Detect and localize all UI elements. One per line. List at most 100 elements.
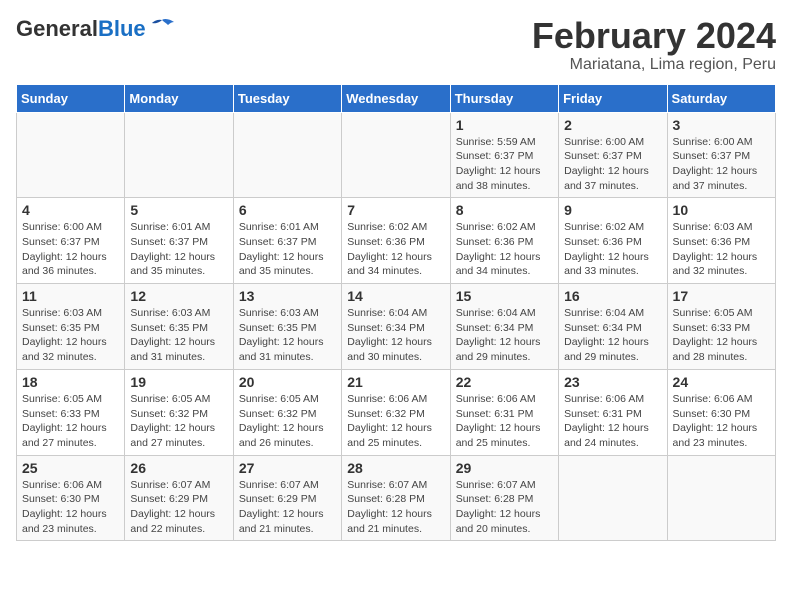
table-row: 14Sunrise: 6:04 AM Sunset: 6:34 PM Dayli… bbox=[342, 284, 450, 370]
day-info: Sunrise: 6:07 AM Sunset: 6:29 PM Dayligh… bbox=[130, 478, 227, 537]
day-number: 12 bbox=[130, 288, 227, 304]
table-row: 27 Sunrise: 6:07 AM Sunset: 6:29 PM Dayli… bbox=[233, 455, 341, 541]
col-friday: Friday bbox=[559, 84, 667, 112]
table-row: 21 Sunrise: 6:06 AM Sunset: 6:32 PM Dayli… bbox=[342, 369, 450, 455]
day-info: Sunrise: 6:05 AM Sunset: 6:33 PM Dayligh… bbox=[673, 306, 770, 365]
day-info: Sunrise: 6:03 AM Sunset: 6:35 PM Dayligh… bbox=[239, 306, 336, 365]
logo-text-blue: Blue bbox=[98, 16, 146, 42]
day-info: Sunrise: 6:00 AM Sunset: 6:37 PM Dayligh… bbox=[22, 220, 119, 279]
day-info: Sunrise: 6:05 AM Sunset: 6:32 PM Dayligh… bbox=[130, 392, 227, 451]
day-number: 27 bbox=[239, 460, 336, 476]
calendar-week-row: 18 Sunrise: 6:05 AM Sunset: 6:33 PM Dayli… bbox=[17, 369, 776, 455]
calendar-week-row: 1 Sunrise: 5:59 AM Sunset: 6:37 PM Daylig… bbox=[17, 112, 776, 198]
table-row: 10 Sunrise: 6:03 AM Sunset: 6:36 PM Dayli… bbox=[667, 198, 775, 284]
day-info: Sunrise: 6:03 AM Sunset: 6:36 PM Dayligh… bbox=[673, 220, 770, 279]
day-info: Sunrise: 6:03 AM Sunset: 6:35 PM Dayligh… bbox=[130, 306, 227, 365]
table-row: 3Sunrise: 6:00 AM Sunset: 6:37 PM Daylig… bbox=[667, 112, 775, 198]
day-number: 26 bbox=[130, 460, 227, 476]
table-row: 22 Sunrise: 6:06 AM Sunset: 6:31 PM Dayli… bbox=[450, 369, 558, 455]
day-number: 5 bbox=[130, 202, 227, 218]
col-tuesday: Tuesday bbox=[233, 84, 341, 112]
table-row: 25Sunrise: 6:06 AM Sunset: 6:30 PM Dayli… bbox=[17, 455, 125, 541]
day-info: Sunrise: 6:06 AM Sunset: 6:32 PM Dayligh… bbox=[347, 392, 444, 451]
day-info: Sunrise: 6:06 AM Sunset: 6:30 PM Dayligh… bbox=[22, 478, 119, 537]
day-info: Sunrise: 6:06 AM Sunset: 6:31 PM Dayligh… bbox=[456, 392, 553, 451]
day-number: 24 bbox=[673, 374, 770, 390]
day-info: Sunrise: 6:03 AM Sunset: 6:35 PM Dayligh… bbox=[22, 306, 119, 365]
day-info: Sunrise: 6:07 AM Sunset: 6:28 PM Dayligh… bbox=[456, 478, 553, 537]
day-number: 6 bbox=[239, 202, 336, 218]
day-number: 1 bbox=[456, 117, 553, 133]
day-info: Sunrise: 5:59 AM Sunset: 6:37 PM Dayligh… bbox=[456, 135, 553, 194]
day-number: 14 bbox=[347, 288, 444, 304]
day-number: 16 bbox=[564, 288, 661, 304]
day-number: 9 bbox=[564, 202, 661, 218]
table-row: 23 Sunrise: 6:06 AM Sunset: 6:31 PM Dayli… bbox=[559, 369, 667, 455]
calendar-week-row: 25Sunrise: 6:06 AM Sunset: 6:30 PM Dayli… bbox=[17, 455, 776, 541]
table-row: 13 Sunrise: 6:03 AM Sunset: 6:35 PM Dayli… bbox=[233, 284, 341, 370]
day-info: Sunrise: 6:06 AM Sunset: 6:31 PM Dayligh… bbox=[564, 392, 661, 451]
page-title: February 2024 bbox=[532, 16, 776, 56]
table-row: 11 Sunrise: 6:03 AM Sunset: 6:35 PM Dayli… bbox=[17, 284, 125, 370]
table-row: 4 Sunrise: 6:00 AM Sunset: 6:37 PM Daylig… bbox=[17, 198, 125, 284]
day-number: 3 bbox=[673, 117, 770, 133]
day-info: Sunrise: 6:05 AM Sunset: 6:33 PM Dayligh… bbox=[22, 392, 119, 451]
title-block: February 2024 Mariatana, Lima region, Pe… bbox=[532, 16, 776, 74]
day-number: 15 bbox=[456, 288, 553, 304]
table-row: 24 Sunrise: 6:06 AM Sunset: 6:30 PM Dayli… bbox=[667, 369, 775, 455]
day-number: 29 bbox=[456, 460, 553, 476]
col-saturday: Saturday bbox=[667, 84, 775, 112]
day-number: 13 bbox=[239, 288, 336, 304]
table-row: 7 Sunrise: 6:02 AM Sunset: 6:36 PM Daylig… bbox=[342, 198, 450, 284]
day-info: Sunrise: 6:01 AM Sunset: 6:37 PM Dayligh… bbox=[239, 220, 336, 279]
table-row bbox=[233, 112, 341, 198]
table-row: 1 Sunrise: 5:59 AM Sunset: 6:37 PM Daylig… bbox=[450, 112, 558, 198]
logo: General Blue bbox=[16, 16, 176, 42]
table-row: 16Sunrise: 6:04 AM Sunset: 6:34 PM Dayli… bbox=[559, 284, 667, 370]
day-info: Sunrise: 6:02 AM Sunset: 6:36 PM Dayligh… bbox=[456, 220, 553, 279]
table-row: 2 Sunrise: 6:00 AM Sunset: 6:37 PM Daylig… bbox=[559, 112, 667, 198]
table-row bbox=[17, 112, 125, 198]
day-number: 22 bbox=[456, 374, 553, 390]
day-number: 17 bbox=[673, 288, 770, 304]
table-row: 5Sunrise: 6:01 AM Sunset: 6:37 PM Daylig… bbox=[125, 198, 233, 284]
table-row: 18 Sunrise: 6:05 AM Sunset: 6:33 PM Dayli… bbox=[17, 369, 125, 455]
day-info: Sunrise: 6:07 AM Sunset: 6:29 PM Dayligh… bbox=[239, 478, 336, 537]
day-info: Sunrise: 6:00 AM Sunset: 6:37 PM Dayligh… bbox=[564, 135, 661, 194]
day-number: 8 bbox=[456, 202, 553, 218]
day-number: 4 bbox=[22, 202, 119, 218]
day-number: 10 bbox=[673, 202, 770, 218]
day-info: Sunrise: 6:04 AM Sunset: 6:34 PM Dayligh… bbox=[456, 306, 553, 365]
col-monday: Monday bbox=[125, 84, 233, 112]
calendar-week-row: 11 Sunrise: 6:03 AM Sunset: 6:35 PM Dayli… bbox=[17, 284, 776, 370]
day-info: Sunrise: 6:05 AM Sunset: 6:32 PM Dayligh… bbox=[239, 392, 336, 451]
table-row: 17 Sunrise: 6:05 AM Sunset: 6:33 PM Dayli… bbox=[667, 284, 775, 370]
page-header: General Blue February 2024 Mariatana, Li… bbox=[16, 16, 776, 74]
day-number: 19 bbox=[130, 374, 227, 390]
table-row bbox=[559, 455, 667, 541]
day-number: 2 bbox=[564, 117, 661, 133]
day-info: Sunrise: 6:02 AM Sunset: 6:36 PM Dayligh… bbox=[564, 220, 661, 279]
day-number: 21 bbox=[347, 374, 444, 390]
col-sunday: Sunday bbox=[17, 84, 125, 112]
day-info: Sunrise: 6:07 AM Sunset: 6:28 PM Dayligh… bbox=[347, 478, 444, 537]
calendar-table: Sunday Monday Tuesday Wednesday Thursday… bbox=[16, 84, 776, 542]
col-wednesday: Wednesday bbox=[342, 84, 450, 112]
table-row: 9 Sunrise: 6:02 AM Sunset: 6:36 PM Daylig… bbox=[559, 198, 667, 284]
table-row: 15 Sunrise: 6:04 AM Sunset: 6:34 PM Dayli… bbox=[450, 284, 558, 370]
table-row: 6 Sunrise: 6:01 AM Sunset: 6:37 PM Daylig… bbox=[233, 198, 341, 284]
day-number: 18 bbox=[22, 374, 119, 390]
day-number: 20 bbox=[239, 374, 336, 390]
table-row: 8 Sunrise: 6:02 AM Sunset: 6:36 PM Daylig… bbox=[450, 198, 558, 284]
day-number: 23 bbox=[564, 374, 661, 390]
day-info: Sunrise: 6:06 AM Sunset: 6:30 PM Dayligh… bbox=[673, 392, 770, 451]
day-number: 7 bbox=[347, 202, 444, 218]
table-row: 26 Sunrise: 6:07 AM Sunset: 6:29 PM Dayli… bbox=[125, 455, 233, 541]
day-number: 28 bbox=[347, 460, 444, 476]
table-row bbox=[342, 112, 450, 198]
page-subtitle: Mariatana, Lima region, Peru bbox=[532, 56, 776, 74]
day-info: Sunrise: 6:02 AM Sunset: 6:36 PM Dayligh… bbox=[347, 220, 444, 279]
day-number: 11 bbox=[22, 288, 119, 304]
table-row: 19 Sunrise: 6:05 AM Sunset: 6:32 PM Dayli… bbox=[125, 369, 233, 455]
col-thursday: Thursday bbox=[450, 84, 558, 112]
